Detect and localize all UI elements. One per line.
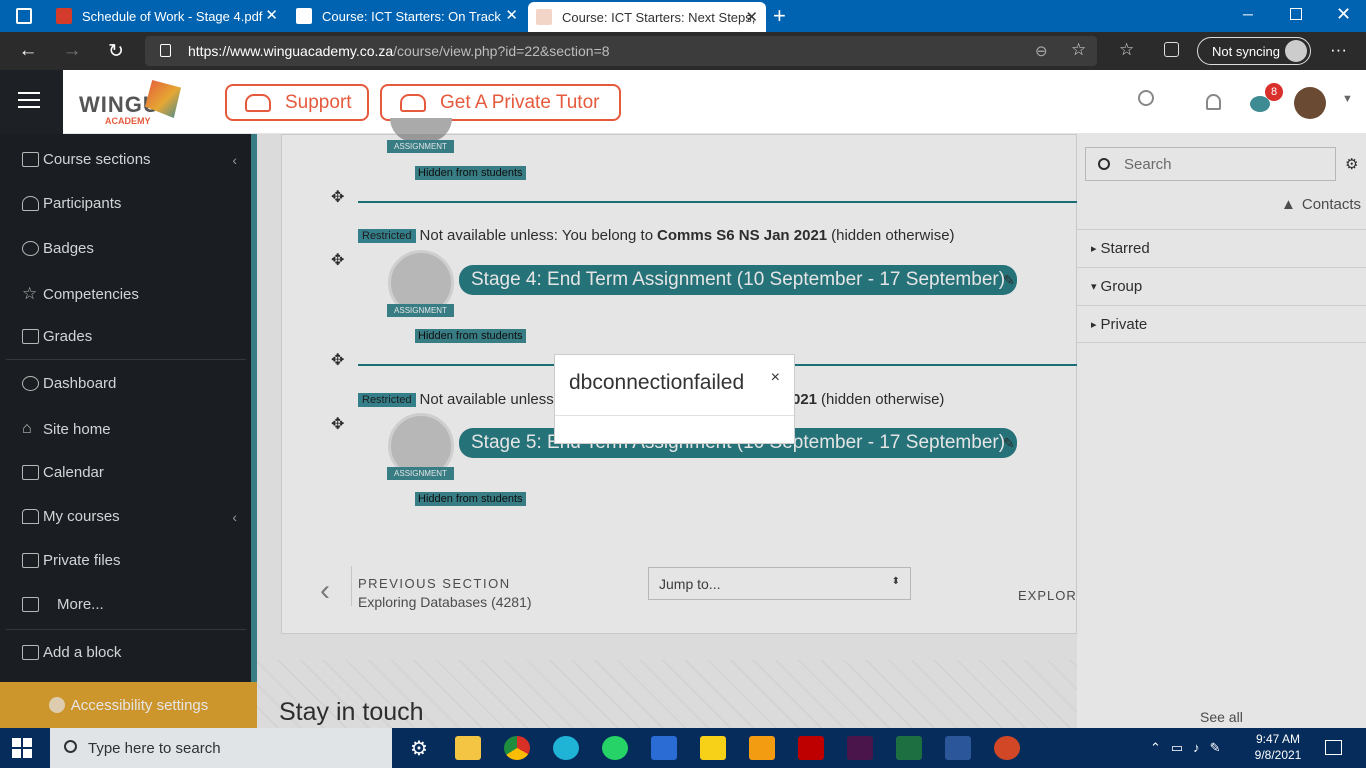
site-header: WINGU ACADEMY Support Get A Private Tuto… [0, 70, 1366, 134]
slack-icon[interactable] [847, 736, 873, 760]
add-favorite-icon[interactable]: ☆ [1071, 40, 1086, 60]
refresh-icon[interactable]: ↻ [105, 40, 127, 63]
clock-date: 9/8/2021 [1254, 748, 1302, 762]
taskbar-search-placeholder: Type here to search [88, 739, 221, 757]
tab-title: Course: ICT Starters: On Track [322, 8, 501, 24]
sticky-notes-icon[interactable] [700, 736, 726, 760]
url-text[interactable]: https://www.winguacademy.co.za/course/vi… [188, 43, 610, 59]
close-tab-icon[interactable]: ✕ [745, 10, 758, 26]
word-icon[interactable] [945, 736, 971, 760]
site-favicon-icon [536, 9, 552, 25]
clock-time: 9:47 AM [1255, 732, 1301, 746]
pdf-icon [56, 8, 72, 24]
dialog-title: dbconnectionfailed [569, 371, 745, 394]
close-tab-icon[interactable]: ✕ [265, 8, 278, 24]
new-tab-icon[interactable]: + [773, 3, 786, 29]
edge-icon[interactable] [553, 736, 579, 760]
logo-subtext: ACADEMY [105, 116, 151, 126]
forward-icon[interactable]: → [61, 40, 83, 62]
restore-icon[interactable] [1290, 8, 1302, 20]
users-icon [400, 93, 426, 112]
whatsapp-icon[interactable] [602, 736, 628, 760]
file-explorer-icon[interactable] [455, 736, 481, 760]
browser-tab-active[interactable]: Course: ICT Starters: Next Steps, ✕ [528, 2, 766, 32]
hamburger-icon[interactable] [18, 92, 40, 113]
system-tray-icons[interactable]: ⌃▭♪✎ [1150, 740, 1231, 756]
dialog-divider [555, 415, 794, 416]
notification-center-icon[interactable] [1325, 740, 1342, 755]
browser-tab[interactable]: Schedule of Work - Stage 4.pdf ✕ [48, 0, 286, 32]
url-path: /course/view.php?id=22&section=8 [393, 43, 610, 59]
support-button[interactable]: Support [225, 84, 369, 121]
sync-status-button[interactable]: Not syncing [1197, 37, 1311, 65]
notification-badge: 8 [1265, 83, 1283, 101]
taskbar-clock[interactable]: 9:47 AM 9/8/2021 [1248, 731, 1308, 763]
users-icon [245, 93, 271, 112]
chevron-down-icon[interactable]: ▼ [1342, 93, 1353, 105]
sync-label: Not syncing [1212, 43, 1280, 59]
excel-icon[interactable] [896, 736, 922, 760]
close-tab-icon[interactable]: ✕ [505, 8, 518, 24]
settings-app-icon[interactable]: ⚙ [406, 736, 432, 760]
browser-tab-bar: Schedule of Work - Stage 4.pdf ✕ Course:… [0, 0, 1366, 32]
windows-start-icon[interactable] [12, 738, 32, 758]
filezilla-icon[interactable] [798, 736, 824, 760]
favorites-icon[interactable]: ☆ [1119, 40, 1134, 60]
lock-icon[interactable] [160, 44, 171, 57]
support-label: Support [285, 91, 352, 113]
tab-actions-icon[interactable] [16, 8, 32, 24]
site-logo[interactable]: WINGU ACADEMY [79, 78, 187, 128]
close-window-icon[interactable]: ✕ [1336, 4, 1351, 25]
private-tutor-button[interactable]: Get A Private Tutor [380, 84, 621, 121]
tutor-label: Get A Private Tutor [440, 91, 600, 113]
chrome-icon[interactable] [504, 736, 530, 760]
user-avatar[interactable] [1294, 87, 1326, 119]
minimize-icon[interactable]: ─ [1243, 6, 1253, 22]
powerpoint-icon[interactable] [994, 736, 1020, 760]
taskbar-search-input[interactable]: Type here to search [50, 728, 392, 768]
tab-title: Course: ICT Starters: Next Steps, [562, 9, 756, 25]
bell-icon[interactable] [1206, 94, 1221, 110]
search-icon[interactable] [1138, 90, 1154, 106]
profile-avatar [1285, 40, 1307, 62]
back-icon[interactable]: ← [17, 40, 39, 62]
search-icon [64, 740, 77, 753]
close-icon[interactable]: × [771, 369, 780, 387]
app-icon[interactable] [651, 736, 677, 760]
browser-tab[interactable]: Course: ICT Starters: On Track ✕ [288, 0, 526, 32]
more-menu-icon[interactable]: ··· [1330, 40, 1347, 60]
zoom-icon[interactable]: ⊖ [1035, 42, 1048, 60]
collections-icon[interactable] [1164, 42, 1179, 57]
tab-title: Schedule of Work - Stage 4.pdf [82, 8, 263, 24]
error-dialog: dbconnectionfailed × [554, 354, 795, 444]
url-domain: https://www.winguacademy.co.za [188, 43, 394, 59]
site-favicon-icon [296, 8, 312, 24]
app-icon[interactable] [749, 736, 775, 760]
